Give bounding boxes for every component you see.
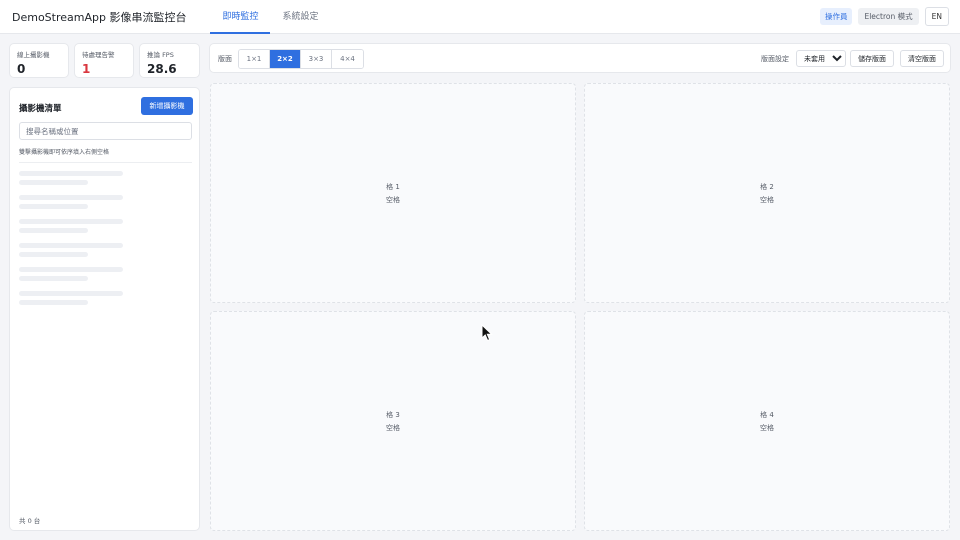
stat-value: 0	[17, 62, 26, 76]
save-layout-button[interactable]: 儲存版面	[850, 50, 894, 67]
grid-cell-3[interactable]: 格 3 空格	[210, 311, 576, 531]
skeleton-item	[19, 217, 192, 241]
skeleton-item	[19, 265, 192, 289]
tab-live-monitor[interactable]: 即時監控	[210, 0, 271, 34]
clear-layout-button[interactable]: 清空版面	[900, 50, 944, 67]
app-header: DemoStreamApp 影像串流監控台 即時監控 系統設定 操作員 Elec…	[0, 0, 960, 34]
layout-3x3-button[interactable]: 3×3	[301, 50, 332, 68]
header-right: 操作員 Electron 模式 EN	[819, 7, 949, 26]
cell-label: 格 2	[760, 182, 774, 191]
skeleton-item	[19, 169, 192, 193]
stat-label: 推論 FPS	[147, 51, 174, 59]
main-nav: 即時監控 系統設定	[210, 0, 330, 34]
grid-cell-2[interactable]: 格 2 空格	[584, 83, 950, 303]
camera-list-panel: 攝影機清單 新增攝影機 雙擊攝影機即可依序填入右側空格 共 0 台	[9, 87, 200, 531]
app-title: DemoStreamApp 影像串流監控台	[12, 10, 187, 24]
stat-value: 28.6	[147, 62, 177, 76]
cell-status: 空格	[760, 195, 774, 204]
grid-cell-4[interactable]: 格 4 空格	[584, 311, 950, 531]
camera-search-input[interactable]	[19, 122, 192, 140]
stat-online-cameras: 線上攝影機 0	[9, 43, 69, 78]
cell-status: 空格	[386, 423, 400, 432]
language-button[interactable]: EN	[924, 7, 949, 26]
skeleton-item	[19, 289, 192, 313]
layout-label: 版面	[218, 55, 232, 63]
mode-badge: Electron 模式	[858, 8, 919, 25]
stat-label: 待處理告警	[82, 51, 115, 59]
divider	[19, 162, 192, 163]
cell-status: 空格	[386, 195, 400, 204]
layout-1x1-button[interactable]: 1×1	[239, 50, 270, 68]
grid-cell-1[interactable]: 格 1 空格	[210, 83, 576, 303]
layout-4x4-button[interactable]: 4×4	[332, 50, 363, 68]
camera-list-title: 攝影機清單	[19, 104, 62, 114]
tab-system-settings[interactable]: 系統設定	[270, 0, 330, 34]
role-badge: 操作員	[819, 8, 853, 25]
cell-status: 空格	[760, 423, 774, 432]
layout-2x2-button[interactable]: 2×2	[270, 50, 301, 68]
camera-hint: 雙擊攝影機即可依序填入右側空格	[19, 149, 110, 156]
layout-switcher: 1×1 2×2 3×3 4×4	[238, 49, 364, 69]
camera-skeleton-list	[19, 169, 192, 313]
layout-toolbar: 版面 1×1 2×2 3×3 4×4 版面設定 未套用 儲存版面 清空版面	[209, 43, 951, 73]
preset-label: 版面設定	[761, 55, 789, 63]
stat-label: 線上攝影機	[17, 51, 50, 59]
skeleton-item	[19, 241, 192, 265]
cell-label: 格 1	[386, 182, 400, 191]
add-camera-button[interactable]: 新增攝影機	[141, 97, 193, 115]
stat-inference-fps: 推論 FPS 28.6	[139, 43, 200, 78]
cell-label: 格 4	[760, 410, 774, 419]
stat-pending-alerts: 待處理告警 1	[74, 43, 134, 78]
preset-select[interactable]: 未套用	[796, 50, 846, 67]
skeleton-item	[19, 193, 192, 217]
stat-value: 1	[82, 62, 91, 76]
mouse-cursor-icon	[481, 324, 493, 342]
cell-label: 格 3	[386, 410, 400, 419]
camera-count: 共 0 台	[19, 517, 41, 525]
